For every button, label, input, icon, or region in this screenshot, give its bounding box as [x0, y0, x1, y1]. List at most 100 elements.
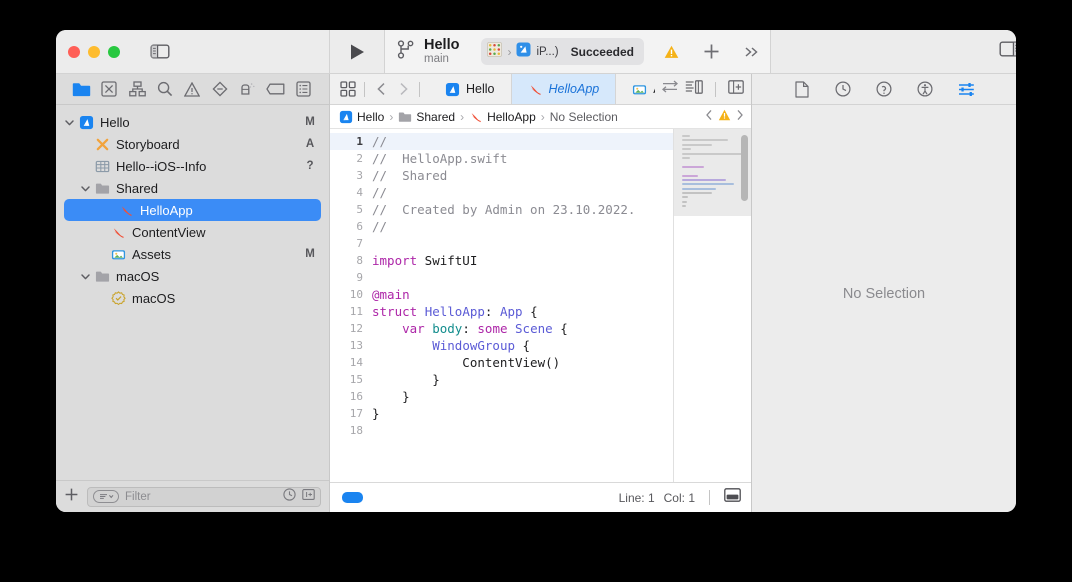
sidebar-item-source-control-navigator[interactable]	[98, 78, 120, 100]
titlebar: Hello main › iP...) Succeeded	[56, 30, 1016, 74]
clock-icon[interactable]	[283, 487, 296, 506]
breadcrumb-item[interactable]: Shared	[398, 110, 455, 124]
code-line[interactable]: 10 @main	[330, 286, 673, 303]
close-window-button[interactable]	[68, 45, 80, 58]
tab-history-inspector[interactable]	[833, 79, 853, 99]
code-line[interactable]: 18	[330, 422, 673, 439]
tree-row[interactable]: macOS	[56, 265, 329, 287]
line-number: 4	[356, 186, 363, 199]
project-file-tree[interactable]: Hello M Storyboard A Hello--iOS--Info? Shared…	[56, 105, 329, 480]
code-line[interactable]: 7	[330, 235, 673, 252]
branch-icon	[397, 39, 414, 64]
tree-row[interactable]: Storyboard A	[56, 133, 329, 155]
project-title-block[interactable]: Hello main	[424, 37, 459, 66]
breadcrumb-item[interactable]: HelloApp	[469, 110, 536, 124]
code-line[interactable]: 6 //	[330, 218, 673, 235]
add-editor-icon[interactable]	[728, 79, 744, 99]
minimize-window-button[interactable]	[88, 45, 100, 58]
sidebar-item-issue-navigator[interactable]	[181, 78, 203, 100]
editor-tab[interactable]: Hello	[429, 74, 512, 104]
code-line[interactable]: 9	[330, 269, 673, 286]
zoom-window-button[interactable]	[108, 45, 120, 58]
tree-row[interactable]: Shared	[56, 177, 329, 199]
navigator-footer: Filter	[56, 480, 329, 512]
code-line[interactable]: 3 // Shared	[330, 167, 673, 184]
editor-options-icon[interactable]	[685, 79, 703, 99]
editor-main: 1 // 2 // HelloApp.swift 3 // Shared 4 // 5 // Cr…	[330, 129, 751, 482]
breadcrumb[interactable]: Hello › Shared › HelloApp › No Selection	[330, 105, 751, 129]
breadcrumb-item[interactable]: No Selection	[550, 110, 618, 124]
xcode-project-icon	[445, 82, 460, 97]
warning-icon[interactable]	[664, 45, 679, 59]
code-editor[interactable]: 1 // 2 // HelloApp.swift 3 // Shared 4 // 5 // Cr…	[330, 129, 673, 482]
code-line[interactable]: 5 // Created by Admin on 23.10.2022.	[330, 201, 673, 218]
minimap-toggle-icon[interactable]	[724, 488, 741, 507]
inspector-tab-bar	[752, 74, 1016, 105]
status-indicator[interactable]	[342, 492, 363, 503]
go-back-button[interactable]	[372, 80, 391, 99]
editor-tab[interactable]: HelloApp	[511, 74, 617, 104]
previous-issue-button[interactable]	[705, 109, 714, 124]
related-items-icon[interactable]	[338, 80, 357, 99]
code-line[interactable]: 16 }	[330, 388, 673, 405]
add-file-button[interactable]	[64, 487, 79, 507]
tree-row[interactable]: HelloApp	[64, 199, 321, 221]
tab-quick-help-inspector[interactable]	[874, 79, 894, 99]
sidebar-item-find-navigator[interactable]	[154, 78, 176, 100]
destination-device-icon	[516, 42, 531, 62]
run-button[interactable]	[330, 30, 385, 73]
tree-row-label: macOS	[116, 268, 160, 284]
sidebar-item-report-navigator[interactable]	[292, 78, 314, 100]
sidebar-item-debug-navigator[interactable]	[237, 78, 259, 100]
code-line[interactable]: 15 }	[330, 371, 673, 388]
sidebar-item-symbol-navigator[interactable]	[126, 78, 148, 100]
code-line[interactable]: 11 struct HelloApp: App {	[330, 303, 673, 320]
folder-icon	[398, 110, 412, 124]
sidebar-item-project-navigator[interactable]	[71, 78, 93, 100]
sidebar-item-test-navigator[interactable]	[209, 78, 231, 100]
code-line[interactable]: 1 //	[330, 133, 673, 150]
scheme-destination-chip[interactable]: › iP...) Succeeded	[481, 38, 644, 65]
code-minimap[interactable]	[673, 129, 751, 482]
editor-tab[interactable]: Asse	[616, 74, 655, 104]
code-line[interactable]: 4 //	[330, 184, 673, 201]
tab-accessibility-inspector[interactable]	[915, 79, 935, 99]
inspector-toggle-icon[interactable]	[999, 41, 1016, 62]
code-line[interactable]: 14 ContentView()	[330, 354, 673, 371]
more-toolbar-items-button[interactable]	[744, 45, 760, 59]
filter-input[interactable]: Filter	[87, 486, 321, 507]
breadcrumb-separator: ›	[540, 109, 545, 124]
code-line-text: ContentView()	[372, 355, 561, 370]
code-line[interactable]: 2 // HelloApp.swift	[330, 150, 673, 167]
minimap-line	[682, 156, 690, 159]
tree-row[interactable]: macOS	[56, 287, 329, 309]
tab-file-inspector[interactable]	[792, 79, 812, 99]
breadcrumb-item[interactable]: Hello	[339, 110, 384, 124]
inspector-content: No Selection	[752, 105, 1016, 482]
disclosure-triangle-icon[interactable]	[78, 184, 92, 193]
sidebar-item-breakpoint-navigator[interactable]	[264, 78, 286, 100]
titlebar-center: Hello main › iP...) Succeeded	[385, 30, 771, 73]
disclosure-triangle-icon[interactable]	[62, 118, 76, 127]
source-control-filter-icon[interactable]	[302, 488, 315, 506]
tree-row[interactable]: ContentView	[56, 221, 329, 243]
tab-attributes-inspector[interactable]	[956, 79, 976, 99]
open-editor-tabs[interactable]: Hello HelloApp Asse	[429, 74, 655, 104]
editor-scrollbar[interactable]	[741, 135, 748, 201]
tree-row[interactable]: Hello--iOS--Info?	[56, 155, 329, 177]
code-line[interactable]: 8 import SwiftUI	[330, 252, 673, 269]
navigator-toggle-icon[interactable]	[150, 44, 170, 59]
go-forward-button[interactable]	[393, 80, 412, 99]
tree-row[interactable]: Assets M	[56, 243, 329, 265]
tree-row[interactable]: Hello M	[56, 111, 329, 133]
next-issue-button[interactable]	[735, 109, 744, 124]
add-button[interactable]	[703, 43, 720, 60]
code-line[interactable]: 13 WindowGroup {	[330, 337, 673, 354]
filter-options-icon[interactable]	[93, 490, 119, 503]
adjust-editor-icon[interactable]	[662, 80, 678, 98]
warning-icon[interactable]	[718, 109, 731, 124]
code-line[interactable]: 12 var body: some Scene {	[330, 320, 673, 337]
code-line[interactable]: 17}	[330, 405, 673, 422]
disclosure-triangle-icon[interactable]	[78, 272, 92, 281]
status-badge: M	[305, 248, 315, 260]
